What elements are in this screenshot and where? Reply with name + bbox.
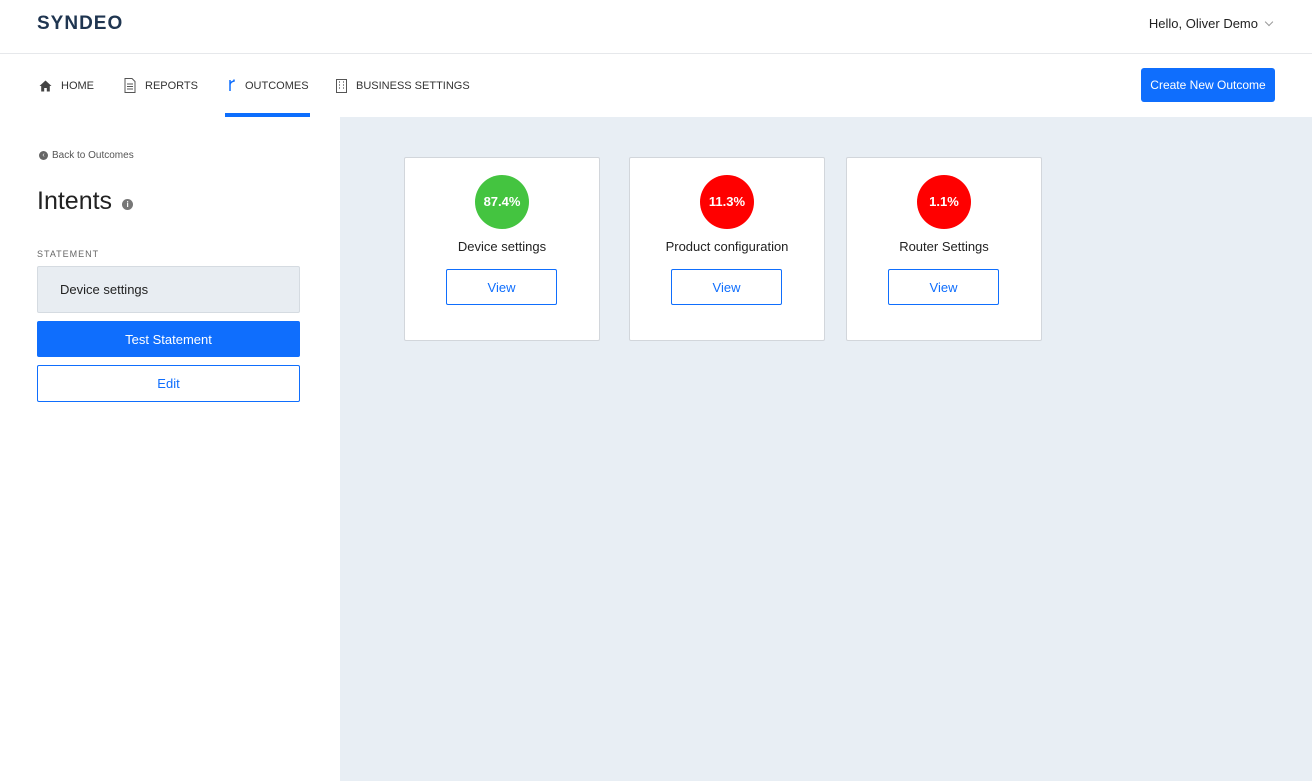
nav-label-outcomes: OUTCOMES	[245, 79, 309, 92]
info-icon[interactable]: i	[122, 199, 134, 210]
page-title: Intents i	[37, 187, 134, 216]
statement-field[interactable]: Device settings	[37, 266, 300, 313]
score-badge: 87.4%	[475, 175, 529, 229]
building-icon	[336, 78, 347, 93]
test-statement-button[interactable]: Test Statement	[37, 321, 300, 357]
intent-sidebar: ‹ Back to Outcomes Intents i STATEMENT D…	[0, 117, 340, 781]
statement-label: STATEMENT	[37, 249, 100, 259]
back-arrow-icon: ‹	[39, 151, 48, 160]
chevron-down-icon	[1264, 17, 1274, 26]
nav-label-home: HOME	[61, 79, 94, 92]
view-button[interactable]: View	[888, 269, 999, 305]
home-icon	[39, 80, 52, 92]
results-area: 87.4% Device settings View 11.3% Product…	[340, 117, 1312, 781]
view-button[interactable]: View	[446, 269, 557, 305]
branch-icon	[228, 79, 236, 92]
nav-item-business-settings[interactable]: BUSINESS SETTINGS	[336, 54, 470, 117]
document-icon	[124, 78, 136, 93]
top-header: SYNDEO Hello, Oliver Demo	[0, 0, 1312, 54]
back-link-label: Back to Outcomes	[52, 150, 134, 161]
back-to-outcomes-link[interactable]: ‹ Back to Outcomes	[39, 150, 134, 161]
page-title-text: Intents	[37, 187, 113, 215]
nav-item-home[interactable]: HOME	[39, 54, 94, 117]
logo[interactable]: SYNDEO	[37, 13, 123, 35]
result-label: Device settings	[457, 239, 547, 254]
nav-item-outcomes[interactable]: OUTCOMES	[225, 54, 310, 117]
score-badge: 1.1%	[917, 175, 971, 229]
nav-item-reports[interactable]: REPORTS	[124, 54, 198, 117]
nav-label-reports: REPORTS	[145, 79, 198, 92]
nav-label-business-settings: BUSINESS SETTINGS	[356, 79, 470, 92]
result-label: Product configuration	[665, 239, 789, 254]
edit-button[interactable]: Edit	[37, 365, 300, 402]
main-nav: HOME REPORTS OUTCOMES BUSINESS SETTINGS …	[0, 54, 1312, 117]
result-card: 87.4% Device settings View	[404, 157, 600, 341]
view-button[interactable]: View	[671, 269, 782, 305]
result-card: 1.1% Router Settings View	[846, 157, 1042, 341]
score-badge: 11.3%	[700, 175, 754, 229]
user-greeting: Hello, Oliver Demo	[1148, 16, 1258, 31]
create-new-outcome-button[interactable]: Create New Outcome	[1141, 68, 1275, 102]
result-label: Router Settings	[899, 239, 989, 254]
result-card: 11.3% Product configuration View	[629, 157, 825, 341]
user-menu[interactable]: Hello, Oliver Demo	[1148, 16, 1274, 31]
